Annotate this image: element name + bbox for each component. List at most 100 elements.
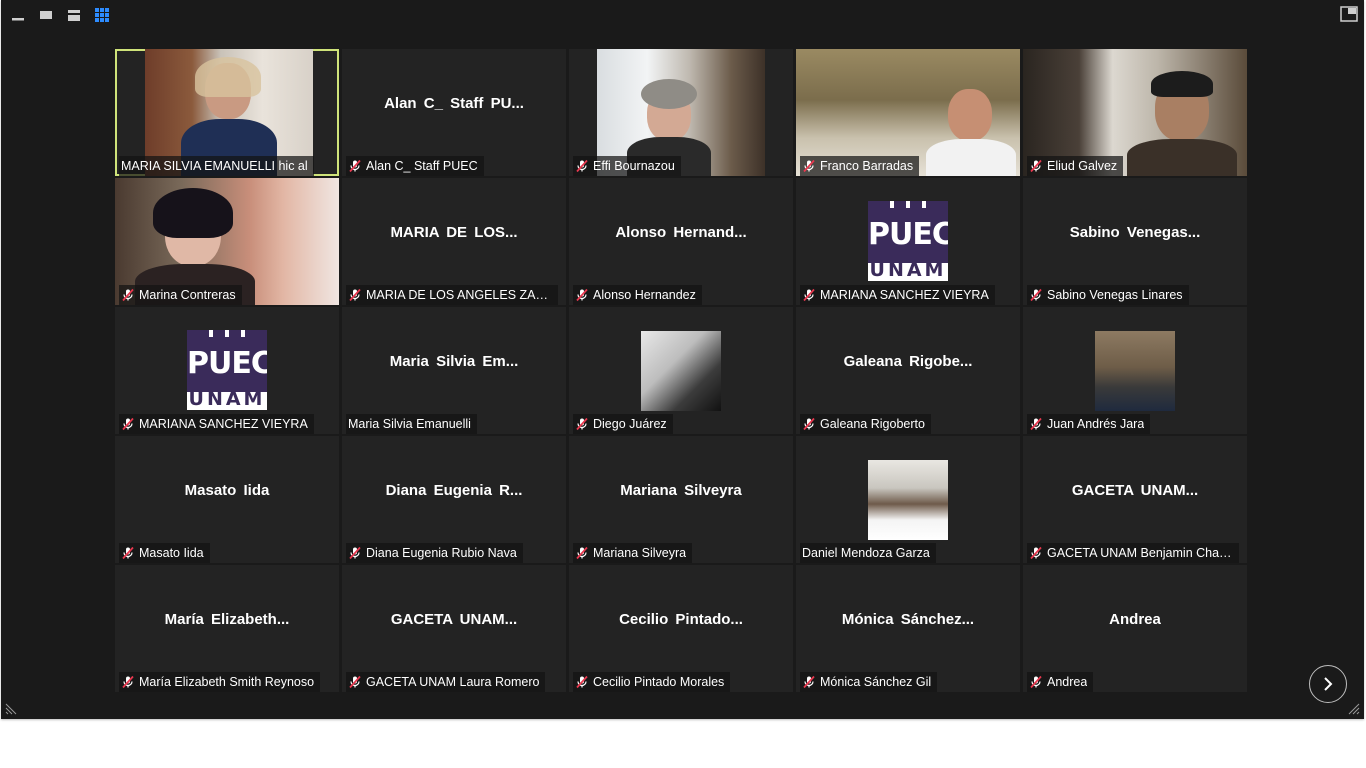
participant-display-name: MARIA DE LOS... <box>390 224 518 241</box>
participant-tile[interactable]: Alonso Hernand... Alonso Hernandez <box>569 178 793 305</box>
participant-display-name: Sabino Venegas... <box>1069 224 1201 241</box>
participant-name: Diana Eugenia Rubio Nava <box>366 546 517 560</box>
participant-name-label: Cecilio Pintado Morales <box>573 672 731 692</box>
participant-tile[interactable]: Mónica Sánchez... Mónica Sánchez Gil <box>796 565 1020 692</box>
participant-name-label: Juan Andrés Jara <box>1027 414 1151 434</box>
participant-name-label: Sabino Venegas Linares <box>1027 285 1189 305</box>
speaker-view-icon <box>40 11 52 19</box>
participant-tile[interactable]: Diana Eugenia R... Diana Eugenia Rubio Na… <box>342 436 566 563</box>
minimize-icon <box>12 18 24 21</box>
participant-tile[interactable]: Diego Juárez <box>569 307 793 434</box>
participant-tile[interactable]: María Elizabeth... María Elizabeth Smith … <box>115 565 339 692</box>
participant-tile-active-speaker[interactable]: MARIA SILVIA EMANUELLI hic al <box>115 49 339 176</box>
participant-tile[interactable]: Galeana Rigobe... Galeana Rigoberto <box>796 307 1020 434</box>
minimize-button[interactable] <box>5 4 31 26</box>
participant-name: GACETA UNAM Benjamin Chaires <box>1047 546 1233 560</box>
participant-name-label: María Elizabeth Smith Reynoso <box>119 672 321 692</box>
participant-display-name: Alonso Hernand... <box>615 224 747 241</box>
participant-name: MARIANA SANCHEZ VIEYRA <box>820 288 989 302</box>
participant-name-label: MARIA SILVIA EMANUELLI hic al <box>119 156 314 176</box>
participant-tile[interactable]: Alan C_ Staff PU... Alan C_ Staff PUEC <box>342 49 566 176</box>
puec-unam-logo: PUEC UNAM <box>187 330 267 410</box>
participant-name: MARIA SILVIA EMANUELLI hic al <box>121 159 308 173</box>
participant-avatar <box>868 460 948 540</box>
next-page-button[interactable] <box>1309 665 1347 703</box>
participant-name: Cecilio Pintado Morales <box>593 675 725 689</box>
participant-name-label: Marina Contreras <box>119 285 242 305</box>
participant-name-label: Galeana Rigoberto <box>800 414 931 434</box>
participant-tile[interactable]: MARIA DE LOS... MARIA DE LOS ANGELES ZARA… <box>342 178 566 305</box>
participant-tile[interactable]: Mariana Silveyra Mariana Silveyra <box>569 436 793 563</box>
participant-display-name: Galeana Rigobe... <box>843 353 973 370</box>
stacked-view-icon <box>68 10 80 21</box>
participant-display-name: Mariana Silveyra <box>620 482 742 499</box>
participant-tile[interactable]: PUEC UNAM MARIANA SANCHEZ VIEYRA <box>796 178 1020 305</box>
meeting-window: MARIA SILVIA EMANUELLI hic al Alan C_ Sta… <box>1 0 1364 719</box>
exit-fullscreen-icon[interactable] <box>1340 6 1358 22</box>
participant-name: Andrea <box>1047 675 1088 689</box>
participant-name-label: MARIANA SANCHEZ VIEYRA <box>119 414 314 434</box>
muted-microphone-icon <box>349 159 361 173</box>
muted-microphone-icon <box>803 417 815 431</box>
muted-microphone-icon <box>576 417 588 431</box>
participant-name-label: Maria Silvia Emanuelli <box>346 414 477 434</box>
participant-name: Masato Iida <box>139 546 204 560</box>
muted-microphone-icon <box>122 546 134 560</box>
participant-avatar <box>1095 331 1175 411</box>
speaker-view-button[interactable] <box>33 4 59 26</box>
participant-name: Alonso Hernandez <box>593 288 696 302</box>
participant-tile[interactable]: Franco Barradas <box>796 49 1020 176</box>
participant-tile[interactable]: Effi Bournazou <box>569 49 793 176</box>
participant-name-label: MARIA DE LOS ANGELES ZARAT... <box>346 285 558 305</box>
participant-name: Sabino Venegas Linares <box>1047 288 1183 302</box>
muted-microphone-icon <box>122 675 134 689</box>
participant-tile[interactable]: Daniel Mendoza Garza <box>796 436 1020 563</box>
participant-name-label: Alonso Hernandez <box>573 285 702 305</box>
muted-microphone-icon <box>349 546 361 560</box>
participant-tile[interactable]: PUEC UNAM MARIANA SANCHEZ VIEYRA <box>115 307 339 434</box>
resize-grip-icon[interactable] <box>1348 703 1360 715</box>
muted-microphone-icon <box>1030 417 1042 431</box>
participant-name-label: GACETA UNAM Laura Romero <box>346 672 546 692</box>
participant-display-name: Masato Iida <box>184 482 270 499</box>
participant-tile[interactable]: Masato Iida Masato Iida <box>115 436 339 563</box>
participant-tile[interactable]: Andrea Andrea <box>1023 565 1247 692</box>
participant-tile[interactable]: Eliud Galvez <box>1023 49 1247 176</box>
participant-name: Alan C_ Staff PUEC <box>366 159 478 173</box>
resize-grip-icon[interactable] <box>5 703 17 715</box>
participant-tile[interactable]: Juan Andrés Jara <box>1023 307 1247 434</box>
participant-name: Juan Andrés Jara <box>1047 417 1145 431</box>
participant-tile[interactable]: Cecilio Pintado... Cecilio Pintado Morale… <box>569 565 793 692</box>
participant-name: GACETA UNAM Laura Romero <box>366 675 540 689</box>
participant-display-name: María Elizabeth... <box>164 611 290 628</box>
participant-display-name: Alan C_ Staff PU... <box>384 95 524 112</box>
puec-unam-logo: PUEC UNAM <box>868 201 948 281</box>
participant-tile[interactable]: Marina Contreras <box>115 178 339 305</box>
participant-tile[interactable]: Sabino Venegas... Sabino Venegas Linares <box>1023 178 1247 305</box>
participant-name: Daniel Mendoza Garza <box>802 546 930 560</box>
muted-microphone-icon <box>803 675 815 689</box>
participant-display-name: Cecilio Pintado... <box>619 611 743 628</box>
participant-name: Franco Barradas <box>820 159 914 173</box>
participant-name-label: Daniel Mendoza Garza <box>800 543 936 563</box>
participant-tile[interactable]: GACETA UNAM... GACETA UNAM Laura Romero <box>342 565 566 692</box>
participant-name-label: Andrea <box>1027 672 1094 692</box>
participant-tile[interactable]: Maria Silvia Em... Maria Silvia Emanuelli <box>342 307 566 434</box>
participant-name: MARIANA SANCHEZ VIEYRA <box>139 417 308 431</box>
participant-display-name: GACETA UNAM... <box>1071 482 1199 499</box>
participant-name-label: Eliud Galvez <box>1027 156 1124 176</box>
participant-name: Mónica Sánchez Gil <box>820 675 932 689</box>
participant-tile[interactable]: GACETA UNAM... GACETA UNAM Benjamin Chair… <box>1023 436 1247 563</box>
gallery-view-button[interactable] <box>89 4 115 26</box>
participant-name-label: GACETA UNAM Benjamin Chaires <box>1027 543 1239 563</box>
participant-display-name: Maria Silvia Em... <box>389 353 519 370</box>
muted-microphone-icon <box>122 288 134 302</box>
view-toolbar <box>5 4 115 26</box>
muted-microphone-icon <box>1030 159 1042 173</box>
muted-microphone-icon <box>803 159 815 173</box>
participant-name-label: Masato Iida <box>119 543 210 563</box>
stacked-view-button[interactable] <box>61 4 87 26</box>
participant-name-label: Diego Juárez <box>573 414 673 434</box>
participant-name-label: Alan C_ Staff PUEC <box>346 156 484 176</box>
participant-name: María Elizabeth Smith Reynoso <box>139 675 315 689</box>
